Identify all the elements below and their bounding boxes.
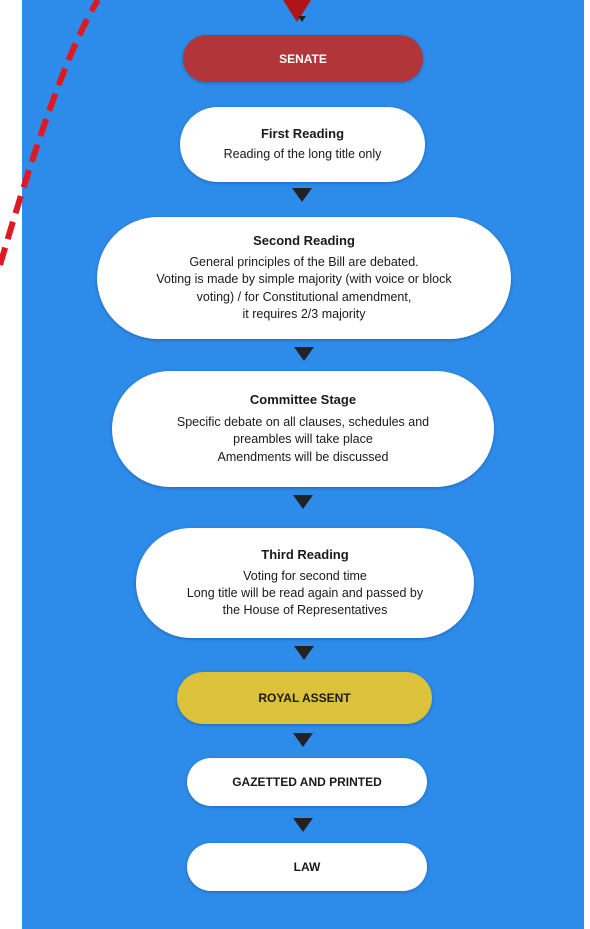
committee-stage-node: Committee Stage Specific debate on all c… <box>112 371 494 487</box>
committee-stage-description: Specific debate on all clauses, schedule… <box>176 415 430 464</box>
first-reading-title: First Reading <box>260 125 345 141</box>
arrow-down-icon <box>294 347 314 361</box>
second-reading-node: Second Reading General principles of the… <box>97 217 511 339</box>
senate-title: SENATE <box>279 51 327 66</box>
law-node: LAW <box>187 843 427 891</box>
royal-assent-node: ROYAL ASSENT <box>177 672 432 724</box>
gazetted-title: GAZETTED AND PRINTED <box>232 775 382 789</box>
gazetted-node: GAZETTED AND PRINTED <box>187 758 427 806</box>
arrow-down-icon <box>294 646 314 660</box>
arrow-down-icon <box>293 495 313 509</box>
second-reading-title: Second Reading <box>253 233 355 248</box>
third-reading-title: Third Reading <box>261 546 349 562</box>
arrow-down-icon <box>292 188 312 202</box>
committee-stage-title: Committee Stage <box>249 392 357 408</box>
first-reading-node: First Reading Reading of the long title … <box>180 107 425 182</box>
second-reading-description: General principles of the Bill are debat… <box>156 255 452 321</box>
arrow-down-icon <box>293 818 313 832</box>
senate-node: SENATE <box>183 35 423 82</box>
arrow-down-icon <box>293 733 313 747</box>
law-title: LAW <box>293 860 321 874</box>
third-reading-description: Voting for second time Long title will b… <box>186 568 424 618</box>
royal-assent-title: ROYAL ASSENT <box>258 691 351 705</box>
first-reading-description: Reading of the long title only <box>223 146 382 161</box>
third-reading-node: Third Reading Voting for second time Lon… <box>136 528 474 638</box>
